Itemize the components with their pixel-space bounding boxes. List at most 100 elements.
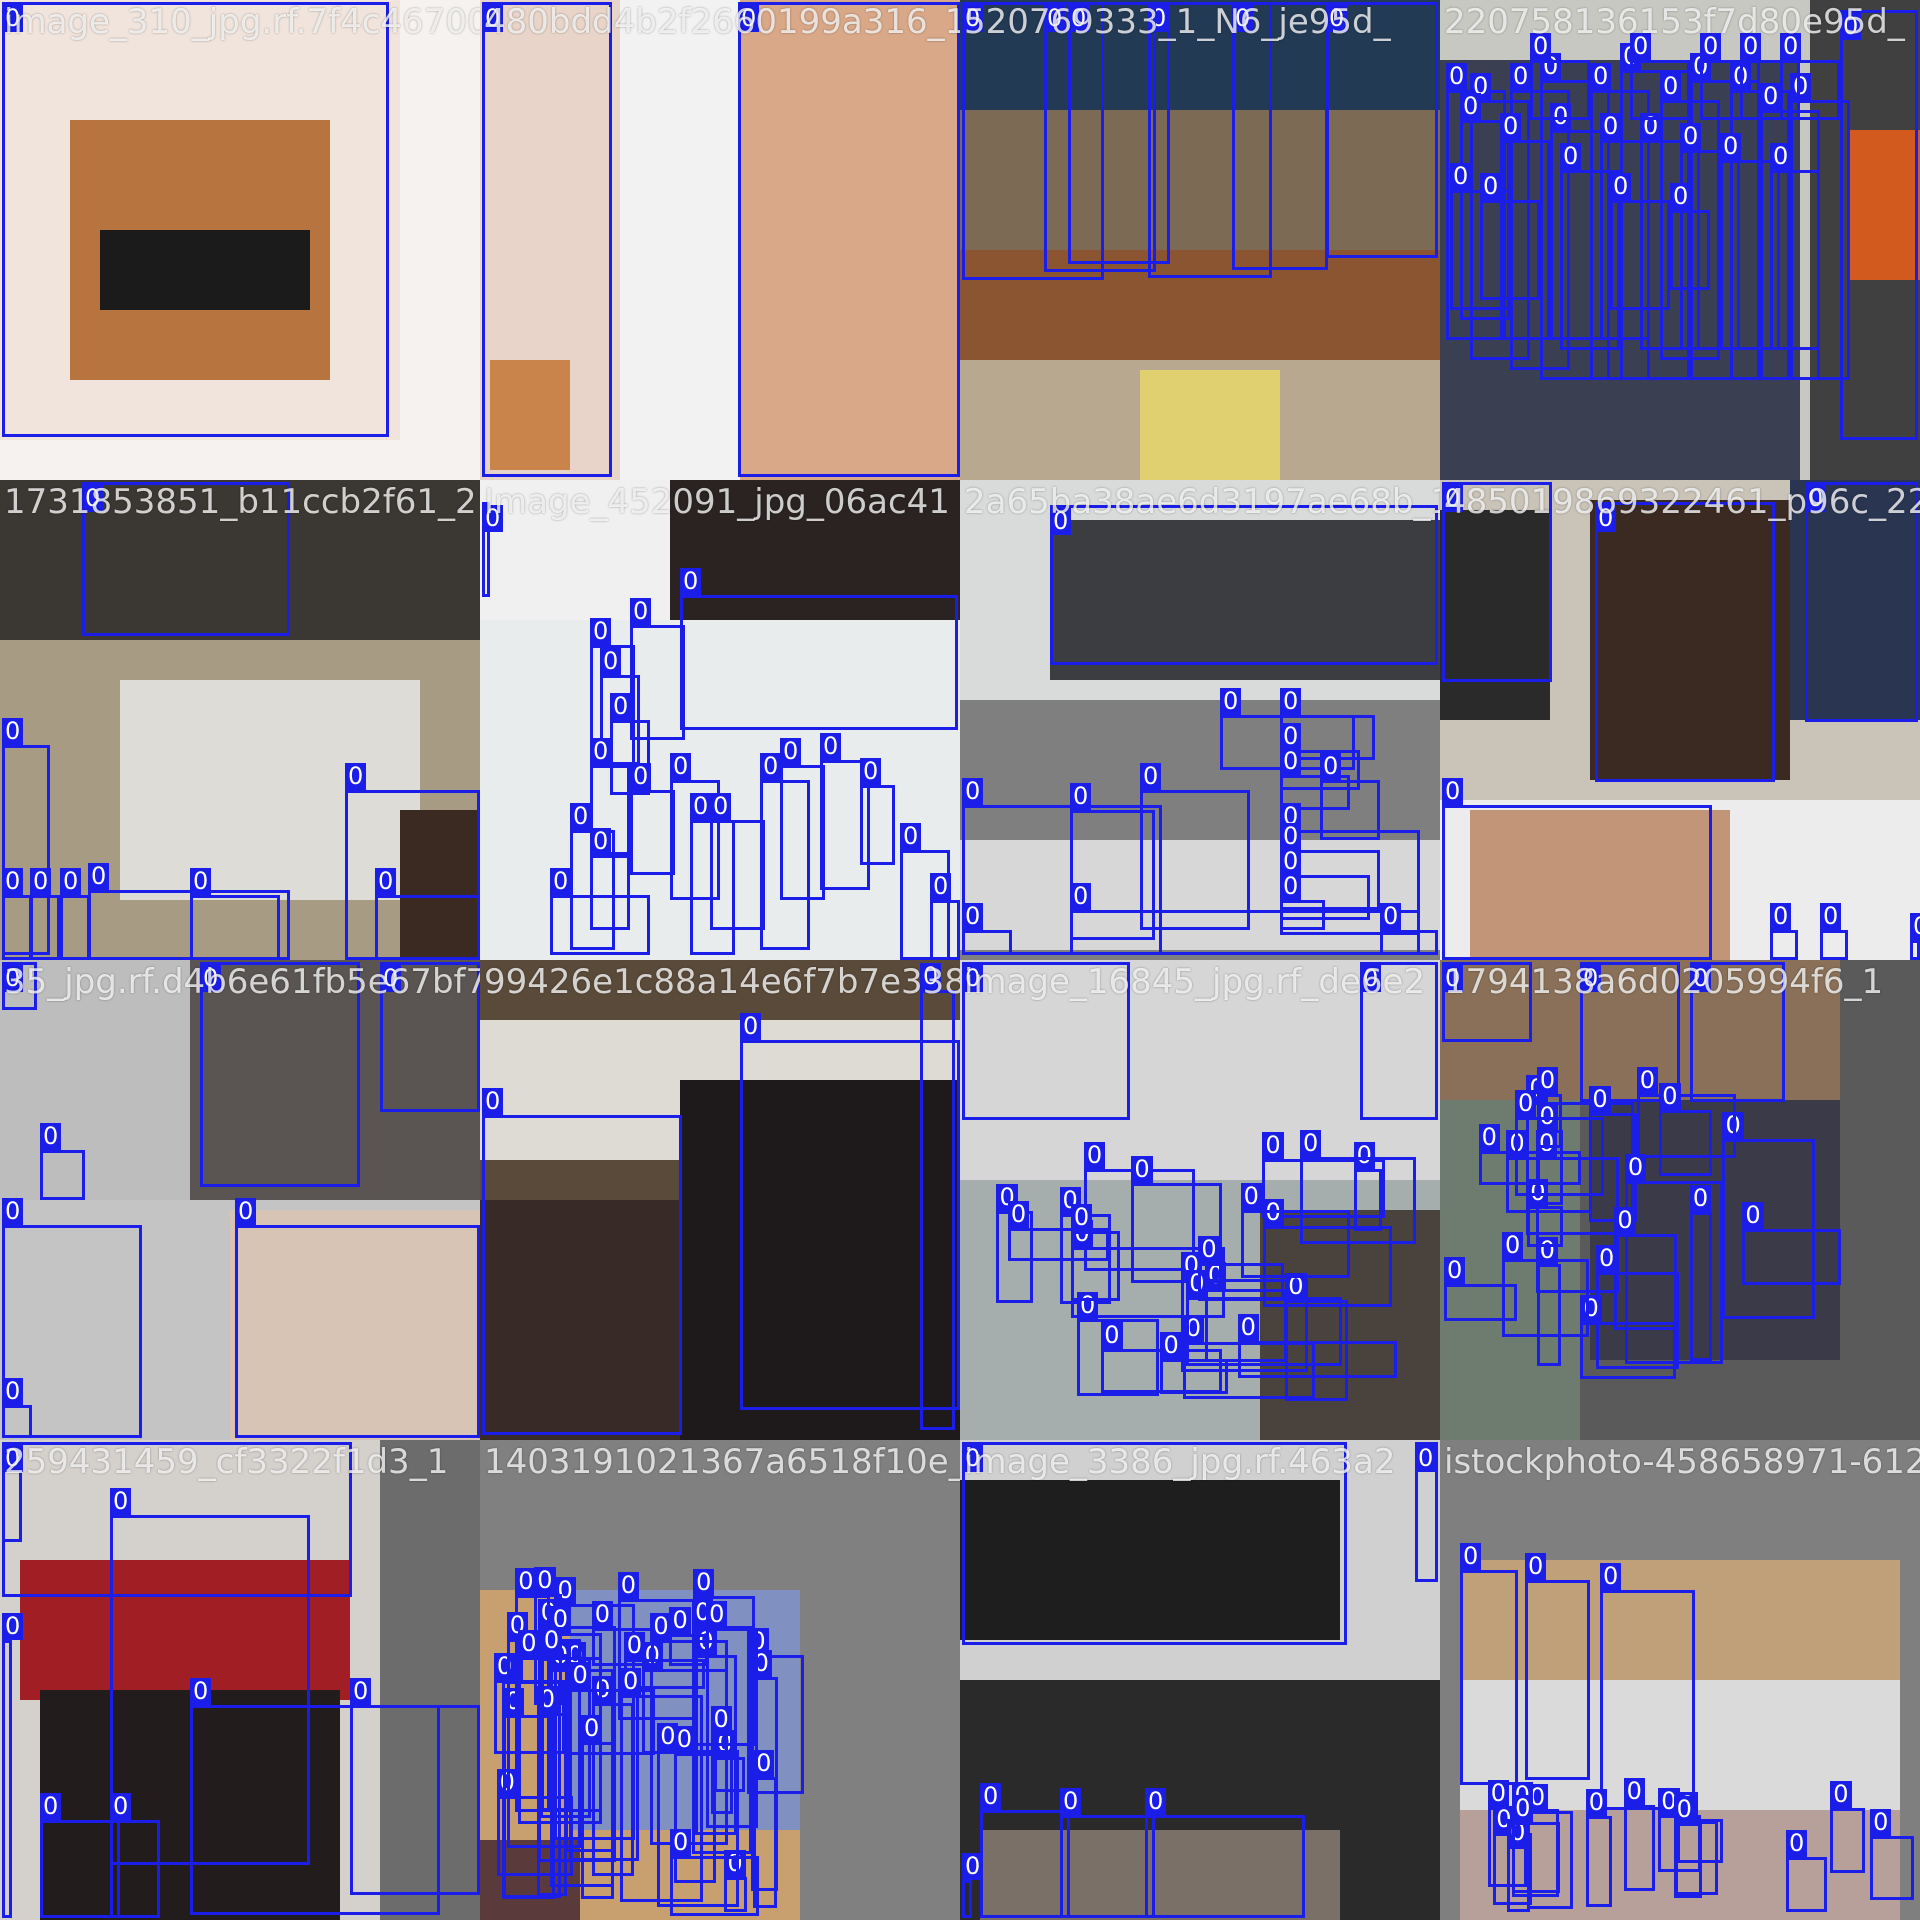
bbox-class-label: 0 <box>1444 1256 1466 1284</box>
bbox-class-label: 0 <box>930 873 952 900</box>
bbox-class-label: 0 <box>962 5 984 32</box>
bbox-class-label: 0 <box>380 965 402 992</box>
bbox-class-label: 0 <box>1502 1232 1524 1260</box>
mosaic-tile: image_310_jpg.rf.7f4c46700 0 <box>0 0 480 480</box>
bbox-class-label: 0 <box>1636 1067 1659 1095</box>
bbox-class-label: 0 <box>1380 903 1402 930</box>
bounding-box: 0 <box>2 2 389 437</box>
bbox-class-label: 0 <box>345 763 367 790</box>
bbox-class-label: 0 <box>600 648 622 675</box>
bbox-class-label: 0 <box>1145 1788 1167 1815</box>
bounding-box: 0 <box>1770 903 1798 960</box>
bbox-class-label: 0 <box>110 1793 132 1820</box>
bbox-class-label: 0 <box>1690 965 1712 992</box>
bbox-class-label: 0 <box>110 1488 132 1515</box>
bounding-box: 0 <box>1805 482 1918 722</box>
bounding-box: 0 <box>1610 173 1670 310</box>
bbox-class-label: 0 <box>617 1572 639 1600</box>
bbox-class-label: 0 <box>1299 1129 1322 1157</box>
bbox-class-label: 0 <box>1512 1795 1534 1823</box>
bbox-class-label: 0 <box>1415 1445 1437 1472</box>
bounding-box: 0 <box>1820 903 1848 960</box>
bounding-box: 0 <box>1380 903 1438 955</box>
bounding-box: 0 <box>1299 1129 1416 1245</box>
bounding-box: 0 <box>380 962 480 1112</box>
bbox-class-label: 0 <box>962 778 984 805</box>
bbox-class-label: 0 <box>1720 133 1742 160</box>
bbox-class-label: 0 <box>962 903 984 930</box>
bbox-class-label: 0 <box>962 1853 984 1880</box>
bbox-class-label: 0 <box>1360 965 1382 992</box>
bbox-class-label: 0 <box>515 1568 537 1596</box>
detection-mosaic: image_310_jpg.rf.7f4c46700 0 480bdd4b2f266… <box>0 0 1920 1920</box>
bbox-class-label: 0 <box>1585 1789 1607 1817</box>
bbox-class-label: 0 <box>1220 688 1242 715</box>
bounding-box: 0 <box>1585 1789 1613 1907</box>
bbox-class-label: 0 <box>1840 13 1862 40</box>
bounding-box: 0 <box>1232 2 1328 270</box>
bbox-class-label: 0 <box>1160 1331 1182 1359</box>
bounding-box: 0 <box>860 758 895 865</box>
bbox-class-label: 0 <box>82 485 104 512</box>
bbox-class-label: 0 <box>2 1613 24 1640</box>
bbox-class-label: 0 <box>375 868 397 895</box>
bbox-class-label: 0 <box>1659 1083 1681 1111</box>
bounding-box: 0 <box>630 763 675 875</box>
bounding-box: 0 <box>1530 33 1590 120</box>
bbox-class-label: 0 <box>920 963 942 990</box>
bounding-box: 0 <box>235 1198 480 1438</box>
bbox-class-label: 0 <box>1624 1153 1647 1181</box>
bbox-class-label: 0 <box>706 1600 728 1628</box>
mosaic-tile: Image_452091_jpg_06ac41 0 0 0 0 0 0 0 0 0 0 0 0 0 0 0 0 0… <box>480 480 960 960</box>
bbox-class-label: 0 <box>690 793 712 820</box>
bbox-class-label: 0 <box>1240 1183 1262 1211</box>
bounding-box: 0 <box>350 1678 480 1895</box>
bbox-class-label: 0 <box>550 868 572 895</box>
bounding-box: 0 <box>1480 173 1540 300</box>
bounding-box: 0 <box>980 1783 1070 1918</box>
bbox-class-label: 0 <box>669 1606 691 1634</box>
bbox-class-label: 0 <box>1044 5 1066 32</box>
bounding-box: 0 <box>1600 1563 1695 1810</box>
bounding-box: 0 <box>1770 143 1820 350</box>
bbox-class-label: 0 <box>1442 485 1464 512</box>
bbox-class-label: 0 <box>1514 1089 1537 1117</box>
bounding-box: 0 <box>518 1630 602 1824</box>
bounding-box: 0 <box>1670 183 1710 290</box>
bbox-class-label: 0 <box>1262 1131 1284 1159</box>
bbox-class-label: 0 <box>2 718 24 745</box>
bbox-class-label: 0 <box>1610 173 1632 200</box>
bbox-class-label: 0 <box>1280 823 1302 850</box>
bbox-class-label: 0 <box>200 965 222 992</box>
bbox-class-label: 0 <box>1460 93 1482 120</box>
bbox-class-label: 0 <box>860 758 882 785</box>
bounding-box: 0 <box>1442 778 1712 960</box>
bbox-class-label: 0 <box>1770 143 1792 170</box>
bounding-box: 0 <box>2 1378 32 1438</box>
bounding-box: 0 <box>482 1088 682 1435</box>
bounding-box: 0 <box>1444 1256 1518 1322</box>
bounding-box: 0 <box>2 1442 24 1542</box>
bounding-box: 0 <box>1840 10 1918 440</box>
bbox-class-label: 0 <box>962 1445 984 1472</box>
bbox-class-label: 0 <box>1070 883 1092 910</box>
bounding-box: 0 <box>1689 1185 1712 1362</box>
bbox-class-label: 0 <box>590 618 612 645</box>
bbox-class-label: 0 <box>518 1630 540 1658</box>
bounding-box: 0 <box>1007 1201 1109 1262</box>
bbox-class-label: 0 <box>1595 505 1617 532</box>
bounding-box: 0 <box>550 868 650 955</box>
mosaic-tile: 220758136153f7d80e95d_ 0 0 0 0 0 0 0 0 0 0 0 0 0 0 0 0 0 0… <box>1440 0 1920 480</box>
bbox-class-label: 0 <box>900 823 922 850</box>
bounding-box: 0 <box>1673 1796 1702 1899</box>
bbox-class-label: 0 <box>1614 1206 1636 1234</box>
bounding-box: 0 <box>962 1442 1347 1645</box>
bounding-box: 0 <box>962 962 1130 1120</box>
bbox-class-label: 0 <box>1670 183 1692 210</box>
bbox-class-label: 0 <box>40 1123 62 1150</box>
bounding-box: 0 <box>375 868 480 960</box>
bounding-box: 0 <box>1237 1313 1397 1379</box>
bbox-class-label: 0 <box>534 1566 556 1594</box>
bbox-class-label: 0 <box>1326 5 1348 32</box>
bbox-class-label: 0 <box>482 1088 504 1115</box>
